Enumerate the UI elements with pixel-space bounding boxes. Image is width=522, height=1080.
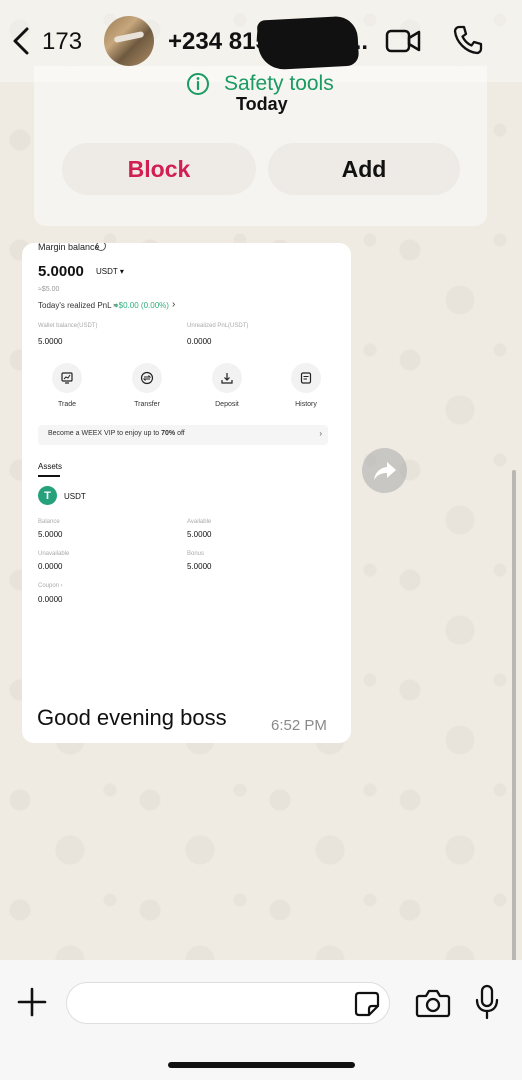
safety-tools-label: Safety tools bbox=[224, 72, 334, 95]
wallet-balance-label: Wallet balance(USDT) bbox=[38, 323, 98, 329]
vip-suffix: off bbox=[175, 430, 185, 437]
eye-icon bbox=[96, 243, 106, 251]
vip-percent: 70% bbox=[161, 430, 176, 437]
balance-amount: 5.0000 bbox=[38, 263, 84, 280]
unrealized-pnl-value: 0.0000 bbox=[187, 337, 212, 346]
trade-label: Trade bbox=[57, 401, 77, 408]
asset-unavailable-label: Unavailable bbox=[38, 551, 70, 557]
unrealized-pnl-label: Unrealized PnL(USDT) bbox=[187, 323, 249, 329]
chat-header: 173 +234 815 ... bbox=[0, 0, 522, 82]
balance-approx: ≈$5.00 bbox=[38, 286, 60, 293]
forward-button[interactable] bbox=[362, 448, 407, 493]
forward-arrow-icon bbox=[373, 461, 396, 480]
scrollbar[interactable] bbox=[512, 470, 516, 965]
vip-text: Become a WEEX VIP to enjoy up to bbox=[48, 430, 162, 437]
contact-name[interactable]: +234 815 bbox=[168, 28, 269, 56]
assets-tab-underline bbox=[38, 475, 60, 477]
message-input[interactable] bbox=[66, 982, 390, 1024]
deposit-label: Deposit bbox=[215, 401, 239, 408]
message-timestamp: 6:52 PM bbox=[271, 717, 327, 734]
assets-tab: Assets bbox=[38, 462, 63, 471]
pnl-label: Today's realized PnL ≈ bbox=[38, 301, 118, 310]
date-separator: Today bbox=[236, 94, 288, 114]
history-label: History bbox=[295, 401, 317, 408]
transfer-action: Transfer bbox=[122, 363, 172, 408]
margin-balance-heading: Margin balance bbox=[38, 243, 100, 252]
unread-count[interactable]: 173 bbox=[42, 28, 82, 56]
contact-name-ellipsis: ... bbox=[348, 28, 369, 55]
asset-coupon-value: 0.0000 bbox=[38, 595, 63, 604]
image-message-bubble[interactable]: Margin balance 5.0000 USDT ▾ ≈$5.00 Toda… bbox=[22, 243, 351, 743]
add-contact-button[interactable]: Add bbox=[268, 143, 460, 195]
message-caption: Good evening boss bbox=[37, 705, 227, 730]
wallet-balance-value: 5.0000 bbox=[38, 337, 63, 346]
camera-icon[interactable] bbox=[415, 988, 451, 1018]
plus-icon[interactable] bbox=[16, 986, 48, 1018]
asset-bonus-label: Bonus bbox=[187, 551, 205, 557]
asset-coupon-label: Coupon › bbox=[38, 583, 63, 589]
safety-tools-link[interactable]: Safety tools bbox=[186, 72, 334, 96]
avatar[interactable] bbox=[104, 16, 154, 66]
microphone-icon[interactable] bbox=[474, 984, 500, 1020]
balance-unit: USDT ▾ bbox=[96, 267, 124, 276]
asset-balance-label: Balance bbox=[38, 519, 60, 525]
block-button[interactable]: Block bbox=[62, 143, 256, 195]
transfer-label: Transfer bbox=[134, 401, 160, 408]
history-action: History bbox=[281, 363, 331, 408]
transfer-icon bbox=[140, 371, 154, 385]
info-icon bbox=[187, 73, 209, 95]
asset-unavailable-value: 0.0000 bbox=[38, 562, 63, 571]
video-call-icon[interactable] bbox=[385, 28, 421, 54]
exchange-screenshot-image[interactable]: Margin balance 5.0000 USDT ▾ ≈$5.00 Toda… bbox=[22, 243, 351, 703]
asset-available-value: 5.0000 bbox=[187, 530, 212, 539]
history-icon bbox=[300, 372, 312, 384]
trade-icon bbox=[61, 372, 73, 384]
sticker-icon[interactable] bbox=[353, 990, 381, 1018]
phone-icon[interactable] bbox=[452, 24, 484, 56]
vip-chevron-icon: › bbox=[319, 429, 322, 438]
deposit-icon bbox=[221, 373, 233, 384]
usdt-name: USDT bbox=[64, 492, 86, 501]
asset-balance-value: 5.0000 bbox=[38, 530, 63, 539]
redaction-mark bbox=[256, 15, 360, 71]
asset-bonus-value: 5.0000 bbox=[187, 562, 212, 571]
trade-action: Trade bbox=[42, 363, 92, 408]
pnl-chevron-icon: › bbox=[172, 299, 176, 310]
usdt-logo-icon: T bbox=[38, 486, 57, 505]
deposit-action: Deposit bbox=[202, 363, 252, 408]
back-chevron-icon[interactable] bbox=[10, 26, 32, 56]
home-indicator[interactable] bbox=[168, 1062, 355, 1068]
pnl-value: +$0.00 (0.00%) bbox=[114, 301, 169, 310]
vip-banner: Become a WEEX VIP to enjoy up to 70% off… bbox=[38, 425, 328, 445]
asset-available-label: Available bbox=[187, 519, 212, 525]
